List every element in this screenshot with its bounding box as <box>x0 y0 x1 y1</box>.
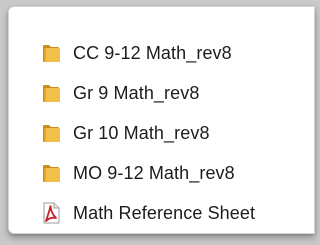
file-name: CC 9-12 Math_rev8 <box>73 42 232 63</box>
folder-icon <box>39 121 63 145</box>
file-name: Gr 9 Math_rev8 <box>73 82 200 103</box>
list-item-folder-gr-9[interactable]: Gr 9 Math_rev8 <box>39 73 255 113</box>
folder-icon <box>39 81 63 105</box>
folder-icon <box>39 161 63 185</box>
file-name: MO 9-12 Math_rev8 <box>73 162 235 183</box>
list-item-folder-cc-9-12[interactable]: CC 9-12 Math_rev8 <box>39 33 255 73</box>
pdf-icon <box>39 201 63 225</box>
list-item-folder-mo-9-12[interactable]: MO 9-12 Math_rev8 <box>39 153 255 193</box>
folder-icon <box>39 41 63 65</box>
list-item-folder-gr-10[interactable]: Gr 10 Math_rev8 <box>39 113 255 153</box>
file-name: Gr 10 Math_rev8 <box>73 122 210 143</box>
file-name: Math Reference Sheet <box>73 202 256 223</box>
list-item-pdf-math-reference-sheet[interactable]: Math Reference Sheet <box>39 193 255 233</box>
file-list-panel: CC 9-12 Math_rev8 Gr 9 Math_rev8 Gr 10 M… <box>8 6 315 234</box>
file-list: CC 9-12 Math_rev8 Gr 9 Math_rev8 Gr 10 M… <box>39 33 255 233</box>
